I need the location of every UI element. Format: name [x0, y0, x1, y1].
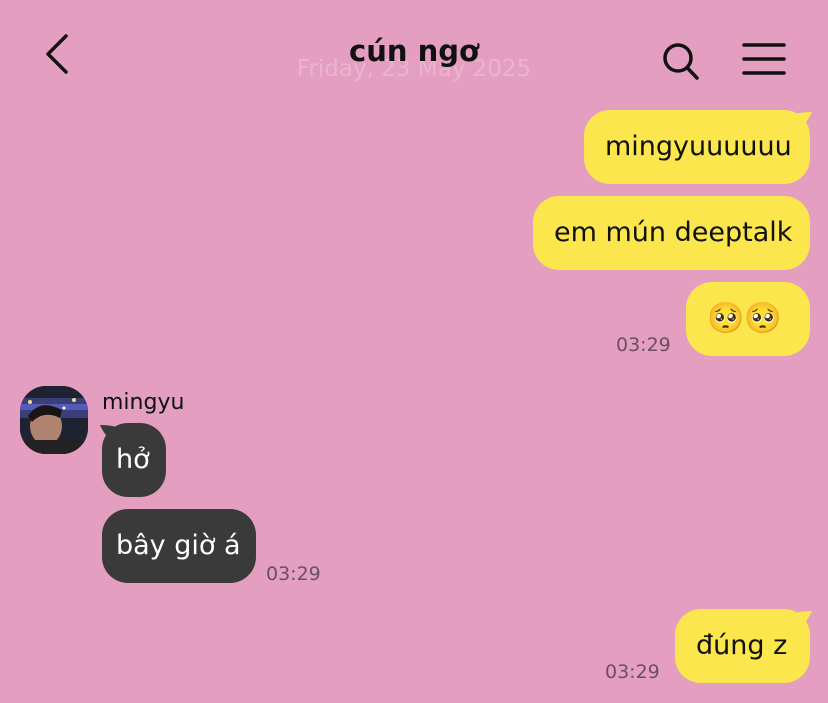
- message-bubble-outgoing[interactable]: mingyuuuuuu: [584, 110, 810, 184]
- message-timestamp: 03:29: [605, 661, 660, 683]
- message-timestamp: 03:29: [616, 334, 671, 356]
- message-bubble-incoming[interactable]: bây giờ á: [102, 509, 256, 583]
- back-icon: [46, 34, 68, 74]
- message-bubble-outgoing[interactable]: em mún deeptalk: [533, 196, 810, 270]
- back-button[interactable]: [38, 28, 82, 80]
- message-timestamp: 03:29: [266, 563, 321, 585]
- avatar-image: [20, 386, 88, 454]
- message-bubble-incoming[interactable]: hở: [102, 423, 166, 497]
- menu-icon: [742, 43, 786, 75]
- message-bubble-outgoing[interactable]: 🥺🥺: [686, 282, 810, 356]
- avatar[interactable]: [20, 386, 88, 454]
- search-icon: [663, 43, 699, 80]
- message-bubble-outgoing[interactable]: đúng z: [675, 609, 810, 683]
- chat-header: Friday, 23 May 2025 cún ngơ: [0, 0, 828, 100]
- menu-button[interactable]: [738, 38, 790, 80]
- sender-name: mingyu: [102, 390, 185, 415]
- search-button[interactable]: [656, 38, 706, 84]
